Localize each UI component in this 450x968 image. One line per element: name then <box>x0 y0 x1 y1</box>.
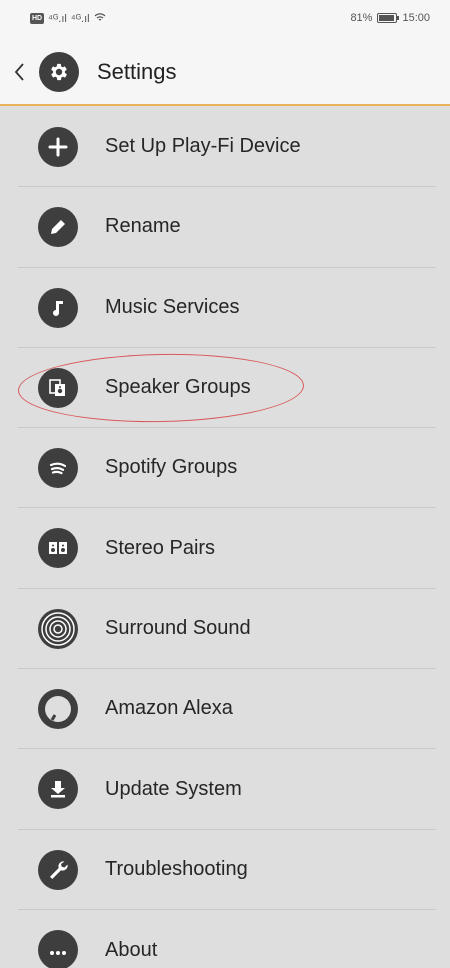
menu-item-label: Stereo Pairs <box>105 536 216 559</box>
menu-item-label: Surround Sound <box>105 616 251 639</box>
header-accent-rule <box>0 104 450 106</box>
chevron-left-icon <box>14 63 24 81</box>
download-icon <box>38 769 78 810</box>
menu-item-label: Speaker Groups <box>105 376 251 399</box>
menu-item-label: Set Up Play-Fi Device <box>105 135 301 158</box>
menu-item-label: Spotify Groups <box>105 456 238 479</box>
battery-percentage: 81% <box>350 12 373 24</box>
status-bar: HD ⁴ᴳ.ıl ⁴ᴳ.ıl 81% 15:00 <box>0 0 450 40</box>
spotify-icon <box>38 448 78 489</box>
plus-icon <box>38 127 78 167</box>
alexa-icon <box>38 689 78 730</box>
settings-screen: HD ⁴ᴳ.ıl ⁴ᴳ.ıl 81% 15:00 Settings Set Up… <box>0 0 450 968</box>
menu-item-label: About <box>105 938 158 961</box>
menu-item-about[interactable]: About <box>18 910 436 968</box>
menu-item-stereo-pairs[interactable]: Stereo Pairs <box>18 508 436 589</box>
stereo-pairs-icon <box>38 528 78 569</box>
pencil-icon <box>38 207 78 248</box>
status-right: 81% 15:00 <box>350 12 430 24</box>
clock: 15:00 <box>402 12 430 24</box>
surround-sound-icon <box>38 608 78 649</box>
menu-item-spotify-groups[interactable]: Spotify Groups <box>18 428 436 509</box>
menu-item-rename[interactable]: Rename <box>18 187 436 268</box>
hd-badge: HD <box>30 13 45 24</box>
menu-item-label: Amazon Alexa <box>105 697 233 720</box>
menu-item-music-services[interactable]: Music Services <box>18 268 436 348</box>
cell-signal-icon-2: ⁴ᴳ.ıl <box>70 12 90 25</box>
wifi-icon <box>94 12 106 25</box>
app-header: Settings <box>0 40 450 104</box>
menu-item-update-system[interactable]: Update System <box>18 749 436 830</box>
ellipsis-icon <box>38 929 78 968</box>
music-note-icon <box>38 287 78 328</box>
menu-item-amazon-alexa[interactable]: Amazon Alexa <box>18 669 436 750</box>
wrench-icon <box>38 849 78 890</box>
menu-item-troubleshooting[interactable]: Troubleshooting <box>18 830 436 910</box>
page-title: Settings <box>97 59 177 84</box>
settings-menu-list: Set Up Play-Fi Device Rename Music Servi… <box>17 107 436 968</box>
cell-signal-icon: ⁴ᴳ.ıl <box>48 12 67 25</box>
menu-item-speaker-groups[interactable]: Speaker Groups <box>17 348 436 429</box>
speaker-groups-icon <box>38 367 78 408</box>
menu-item-label: Rename <box>105 215 181 238</box>
menu-item-set-up-play-fi-device[interactable]: Set Up Play-Fi Device <box>18 107 436 188</box>
menu-item-surround-sound[interactable]: Surround Sound <box>18 589 436 670</box>
menu-item-label: Update System <box>105 777 242 800</box>
gear-icon <box>39 52 79 92</box>
menu-item-label: Troubleshooting <box>105 857 248 880</box>
back-button[interactable] <box>6 56 32 88</box>
battery-icon <box>377 13 400 23</box>
status-left: HD ⁴ᴳ.ıl ⁴ᴳ.ıl <box>30 12 106 25</box>
menu-item-label: Music Services <box>105 295 240 318</box>
